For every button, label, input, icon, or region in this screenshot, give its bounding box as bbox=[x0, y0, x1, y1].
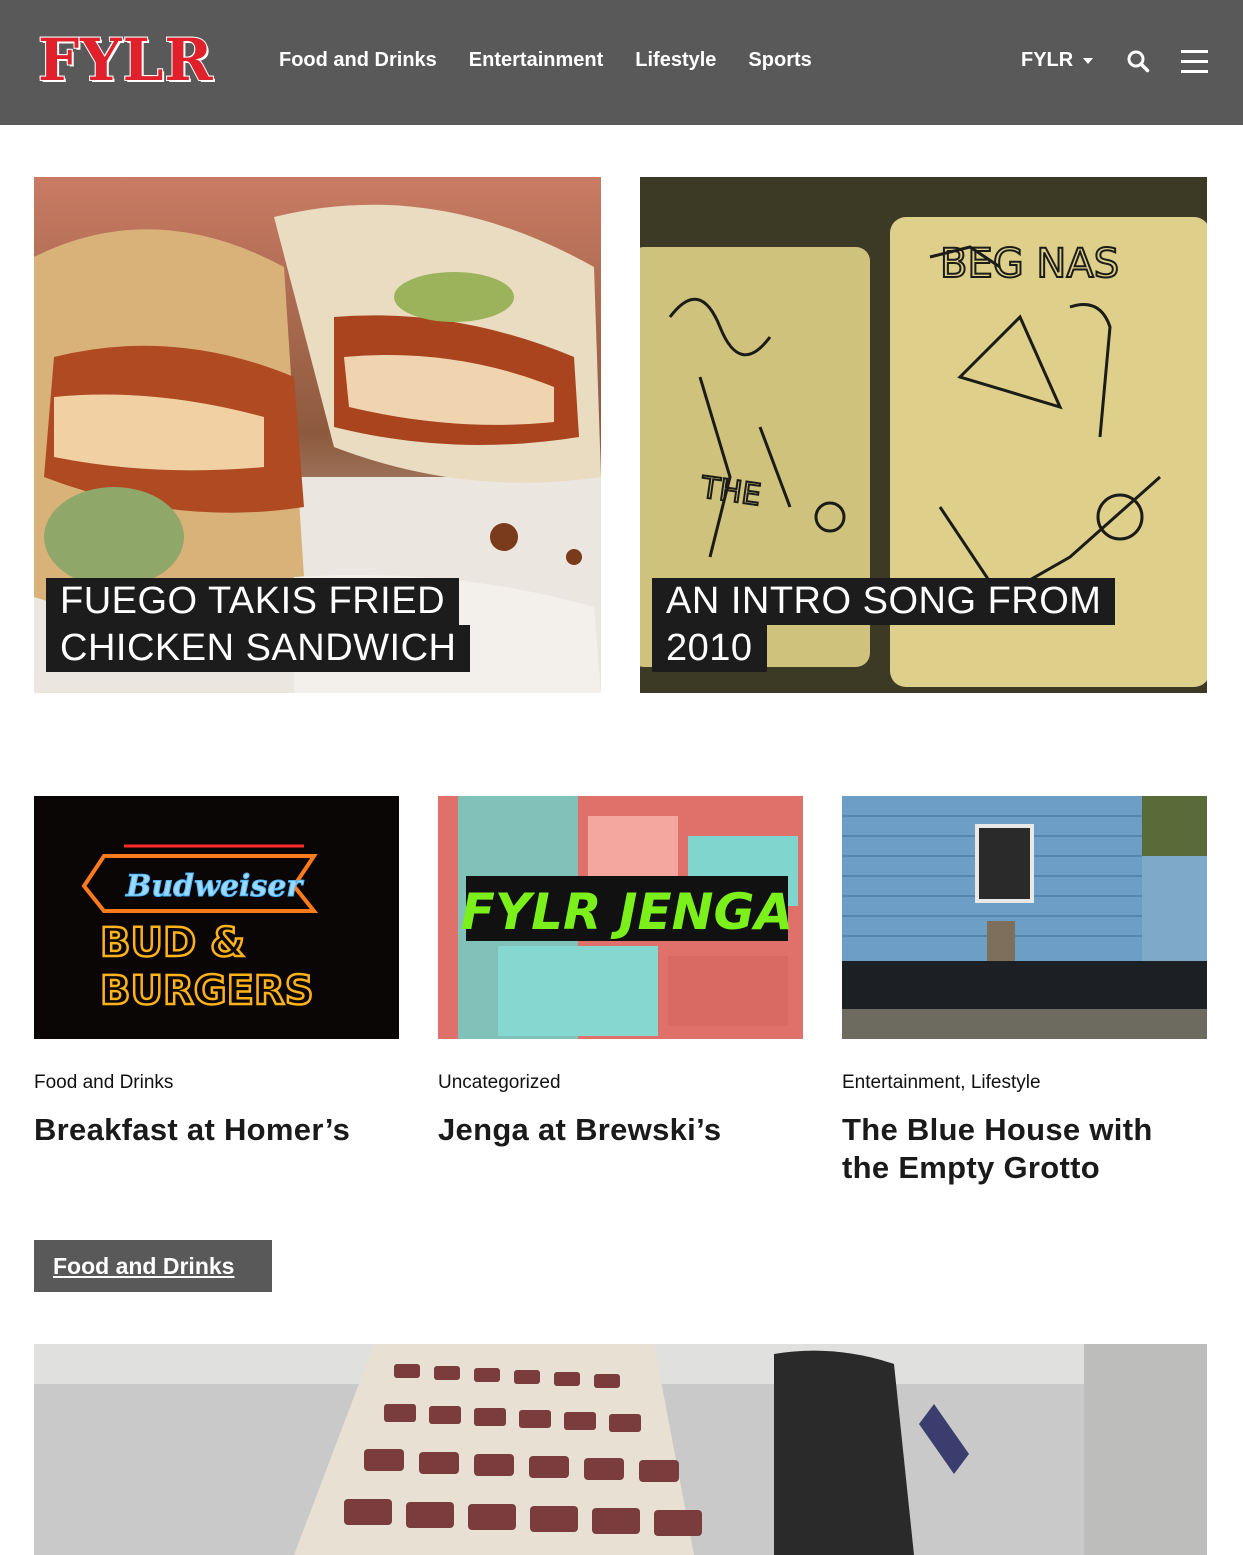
search-icon[interactable] bbox=[1126, 49, 1150, 73]
site-switcher-dropdown[interactable]: FYLR bbox=[1021, 46, 1094, 74]
post-card-jenga-at-brewskis: FYLR JENGA Uncategorized Jenga at Brewsk… bbox=[438, 796, 803, 1149]
caret-down-icon bbox=[1083, 58, 1094, 64]
site-header: FYLR Food and Drinks Entertainment Lifes… bbox=[0, 0, 1243, 125]
nav-entertainment[interactable]: Entertainment bbox=[469, 46, 603, 74]
neon-line-2: BURGERS bbox=[100, 968, 314, 1014]
post-card-title[interactable]: Jenga at Brewski’s bbox=[438, 1111, 803, 1149]
post-card-image[interactable] bbox=[842, 796, 1207, 1039]
meat-patties-photo bbox=[34, 1344, 1207, 1555]
post-card-title[interactable]: Breakfast at Homer’s bbox=[34, 1111, 399, 1149]
section-label-food-and-drinks[interactable]: Food and Drinks bbox=[34, 1240, 272, 1292]
featured-post-intro-song[interactable]: THE BEG NAS AN INTRO SONG FROM 2010 bbox=[640, 177, 1207, 693]
featured-title: FUEGO TAKIS FRIED CHICKEN SANDWICH bbox=[46, 578, 471, 672]
featured-title-line-1: FUEGO TAKIS FRIED bbox=[46, 578, 460, 625]
nav-food-and-drinks[interactable]: Food and Drinks bbox=[279, 46, 437, 74]
post-card-blue-house: Entertainment, Lifestyle The Blue House … bbox=[842, 796, 1207, 1187]
post-card-title[interactable]: The Blue House with the Empty Grotto bbox=[842, 1111, 1207, 1187]
post-card-image[interactable]: Budweiser BUD & BURGERS bbox=[34, 796, 399, 1039]
post-card-category[interactable]: Food and Drinks bbox=[34, 1071, 399, 1095]
svg-text:BEG NAS: BEG NAS bbox=[940, 241, 1119, 287]
section-lead-image[interactable] bbox=[34, 1344, 1207, 1555]
nav-lifestyle[interactable]: Lifestyle bbox=[635, 46, 716, 74]
logo-text: FYLR bbox=[37, 26, 214, 94]
post-card-category[interactable]: Entertainment, Lifestyle bbox=[842, 1071, 1207, 1095]
post-card-image[interactable]: FYLR JENGA bbox=[438, 796, 803, 1039]
post-card-category[interactable]: Uncategorized bbox=[438, 1071, 803, 1095]
site-switcher-label: FYLR bbox=[1021, 49, 1074, 71]
jenga-photo: FYLR JENGA bbox=[438, 796, 803, 1039]
neon-sign-photo: Budweiser BUD & BURGERS bbox=[34, 796, 399, 1039]
featured-title-line-1: AN INTRO SONG FROM bbox=[652, 578, 1116, 625]
neon-line-1: BUD & bbox=[100, 920, 245, 966]
site-logo[interactable]: FYLR bbox=[37, 26, 224, 94]
featured-title-line-2: 2010 bbox=[652, 625, 767, 672]
nav-sports[interactable]: Sports bbox=[748, 46, 811, 74]
main-nav: Food and Drinks Entertainment Lifestyle … bbox=[279, 46, 812, 74]
hamburger-menu-icon[interactable] bbox=[1181, 50, 1208, 73]
jenga-overlay-text: FYLR JENGA bbox=[461, 883, 793, 941]
featured-title-line-2: CHICKEN SANDWICH bbox=[46, 625, 471, 672]
post-card-breakfast-at-homers: Budweiser BUD & BURGERS Food and Drinks … bbox=[34, 796, 399, 1149]
featured-title: AN INTRO SONG FROM 2010 bbox=[652, 578, 1116, 672]
featured-post-chicken-sandwich[interactable]: FUEGO TAKIS FRIED CHICKEN SANDWICH bbox=[34, 177, 601, 693]
blue-house-photo bbox=[842, 796, 1207, 1039]
neon-brand-text: Budweiser bbox=[125, 869, 304, 904]
